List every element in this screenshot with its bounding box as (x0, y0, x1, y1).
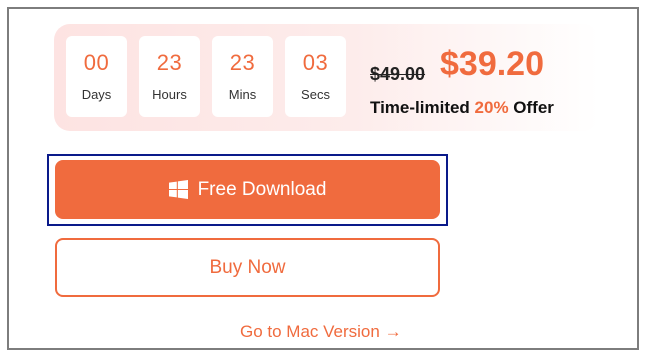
offer-suffix: Offer (508, 98, 554, 117)
countdown-value: 23 (229, 50, 256, 75)
buy-now-button[interactable]: Buy Now (55, 238, 440, 297)
countdown-unit: Mins (228, 87, 257, 102)
countdown-unit: Secs (301, 87, 330, 102)
countdown-unit: Hours (152, 87, 187, 102)
offer-prefix: Time-limited (370, 98, 475, 117)
countdown-unit: Days (81, 87, 112, 102)
windows-icon (168, 180, 188, 199)
buy-now-label: Buy Now (209, 256, 286, 278)
countdown-value: 03 (302, 50, 329, 75)
countdown-value: 00 (83, 50, 110, 75)
countdown-hours: 23 Hours (139, 36, 200, 117)
free-download-label: Free Download (197, 178, 327, 200)
mac-version-link[interactable]: Go to Mac Version → (240, 322, 402, 342)
promo-banner: 00 Days 23 Hours 23 Mins 03 Secs $49.00 … (54, 24, 599, 131)
sale-price: $39.20 (440, 45, 544, 83)
original-price: $49.00 (370, 64, 426, 84)
countdown-mins: 23 Mins (212, 36, 273, 117)
free-download-button[interactable]: Free Download (55, 160, 440, 219)
countdown-secs: 03 Secs (285, 36, 346, 117)
offer-percent: 20% (474, 98, 509, 117)
countdown-value: 23 (156, 50, 183, 75)
offer-text: Time-limited 20% Offer (370, 98, 554, 118)
countdown-days: 00 Days (66, 36, 127, 117)
